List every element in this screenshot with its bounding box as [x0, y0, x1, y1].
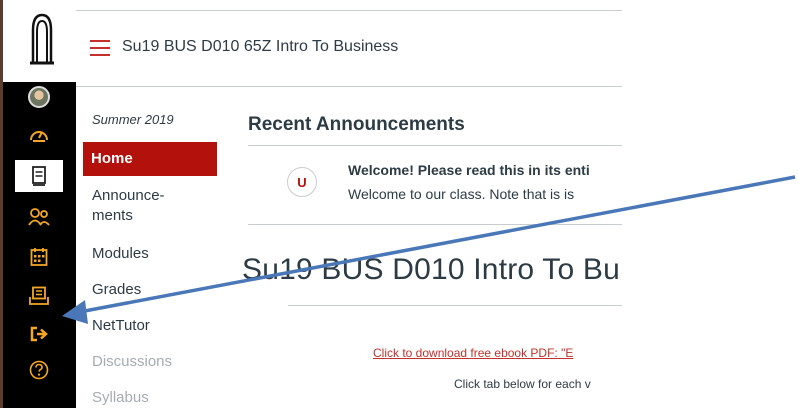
calendar-icon[interactable] [26, 244, 52, 270]
divider [288, 305, 622, 306]
course-nav-syllabus: Syllabus [92, 389, 149, 406]
hamburger-menu-icon[interactable] [90, 40, 110, 56]
header-divider-bottom [76, 86, 622, 87]
course-nav-home[interactable]: Home [83, 142, 217, 176]
ebook-download-link[interactable]: Click to download free ebook PDF: "E [373, 346, 573, 360]
account-avatar-icon[interactable] [26, 84, 52, 110]
course-header: Su19 BUS D010 65Z Intro To Business [76, 0, 622, 100]
course-nav-grades[interactable]: Grades [92, 280, 141, 300]
announcement-avatar: U [287, 167, 317, 197]
announcement-title-link[interactable]: Welcome! Please read this in its enti [348, 162, 590, 178]
course-nav-announcements[interactable]: Announce- ments [92, 186, 165, 226]
inbox-icon[interactable] [26, 283, 52, 309]
course-nav-nettutor[interactable]: NetTutor [92, 316, 150, 336]
divider [248, 145, 622, 146]
breadcrumb-course-title[interactable]: Su19 BUS D010 65Z Intro To Business [122, 38, 398, 56]
help-icon[interactable] [26, 357, 52, 383]
courses-icon[interactable] [15, 160, 63, 192]
global-nav [3, 0, 76, 408]
main-content: Recent Announcements U Welcome! Please r… [232, 100, 622, 408]
announcement-preview: Welcome to our class. Note that is is [348, 186, 575, 202]
divider [248, 224, 622, 225]
institution-logo-icon [30, 13, 54, 65]
header-divider-top [76, 10, 622, 11]
nav-label-line2: ments [92, 207, 133, 224]
nav-label-line1: Announce- [92, 187, 165, 204]
course-term: Summer 2019 [92, 112, 174, 127]
logout-icon[interactable] [26, 321, 52, 347]
recent-announcements-heading: Recent Announcements [248, 114, 465, 135]
course-page-heading: Su19 BUS D010 Intro To Bu [242, 253, 621, 286]
course-nav-modules[interactable]: Modules [92, 244, 149, 264]
tab-instruction-text: Click tab below for each v [454, 377, 591, 391]
course-nav-discussions: Discussions [92, 353, 173, 370]
groups-icon[interactable] [26, 204, 52, 230]
institution-logo[interactable] [3, 0, 76, 82]
dashboard-icon[interactable] [26, 121, 52, 147]
